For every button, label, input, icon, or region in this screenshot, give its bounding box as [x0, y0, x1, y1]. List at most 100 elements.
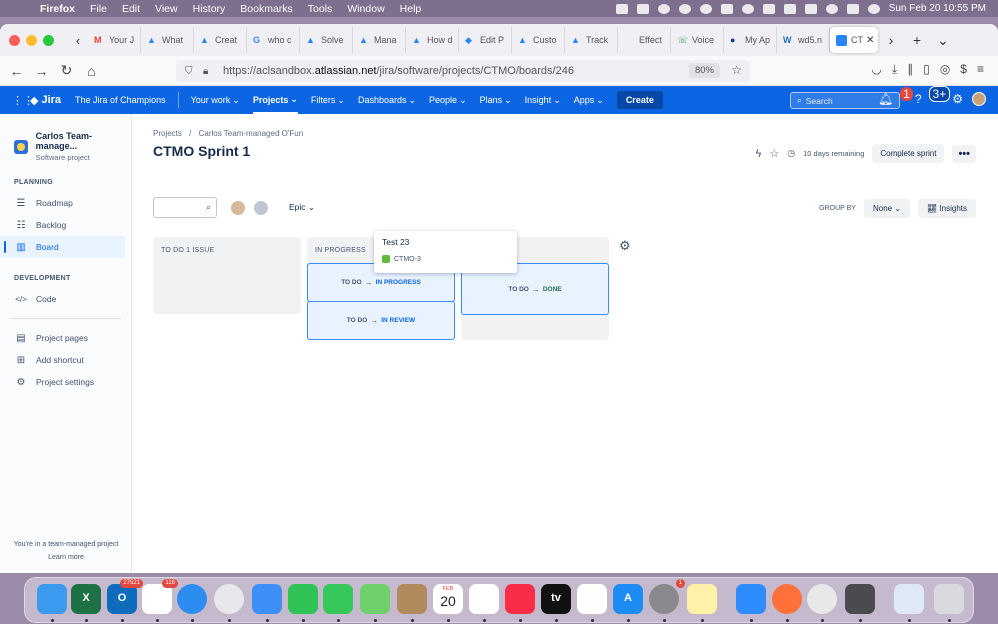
dock-reminders-icon[interactable]: [469, 584, 499, 614]
forward-icon[interactable]: →: [29, 63, 54, 79]
close-window-button[interactable]: [9, 34, 20, 46]
nav-filters[interactable]: Filters ⌄: [311, 95, 345, 106]
dock-outlook-icon[interactable]: O 27521: [107, 579, 143, 614]
breadcrumb-projects[interactable]: Projects: [153, 129, 182, 138]
dock-music-icon[interactable]: [505, 584, 535, 614]
dock-mail-icon[interactable]: [252, 584, 282, 614]
dock-trash-icon[interactable]: [934, 584, 964, 614]
pocket-icon[interactable]: ◡: [871, 62, 881, 77]
sidebar-item-board[interactable]: ▥ Board: [0, 236, 125, 258]
menu-window[interactable]: Window: [347, 3, 384, 15]
transition-dropzone[interactable]: TO DO → IN REVIEW: [307, 301, 455, 340]
menu-help[interactable]: Help: [400, 3, 422, 15]
nav-dashboards[interactable]: Dashboards ⌄: [358, 95, 416, 106]
menu-bookmarks[interactable]: Bookmarks: [240, 3, 293, 15]
browser-tab[interactable]: ▲ How d: [406, 27, 459, 53]
url-bar[interactable]: ⛉ 🔒︎ https://aclsandbox.atlassian.net/ji…: [176, 60, 750, 82]
spotlight-icon[interactable]: [825, 3, 838, 14]
status-app-icon[interactable]: [699, 3, 712, 14]
dock-app-store-icon[interactable]: A: [613, 584, 643, 614]
browser-tab[interactable]: ▲ What: [141, 27, 194, 53]
notifications-icon[interactable]: 🔔︎ 1: [878, 87, 913, 106]
browser-tab[interactable]: ▲ Custo: [512, 27, 565, 53]
menu-tools[interactable]: Tools: [308, 3, 333, 15]
profile-avatar[interactable]: [972, 92, 986, 106]
browser-tab[interactable]: ● My Ap: [724, 27, 777, 53]
library-icon[interactable]: ∥: [907, 62, 913, 77]
dock-zoom-icon[interactable]: [736, 584, 766, 614]
app-switcher-icon[interactable]: ⋮⋮: [12, 94, 34, 107]
dock-wifi-utility-icon[interactable]: [214, 584, 244, 614]
status-app-icon[interactable]: [657, 3, 670, 14]
browser-tab[interactable]: ☏ Voice: [671, 27, 724, 53]
bluetooth-icon[interactable]: [762, 3, 775, 14]
dock-finder-icon[interactable]: [37, 584, 67, 614]
bookmark-star-icon[interactable]: ☆: [731, 63, 742, 77]
wifi-icon[interactable]: [804, 3, 817, 14]
siri-icon[interactable]: [867, 3, 880, 14]
nav-projects[interactable]: Projects ⌄: [252, 86, 298, 114]
epic-filter-dropdown[interactable]: Epic ⌄: [289, 202, 315, 213]
status-app-icon[interactable]: [636, 3, 649, 14]
dock-printer-icon[interactable]: [845, 584, 875, 614]
sidebar-icon[interactable]: ▯: [923, 62, 930, 77]
zoom-window-button[interactable]: [43, 34, 54, 46]
more-actions-button[interactable]: •••: [952, 144, 976, 163]
sidebar-item-roadmap[interactable]: ☰ Roadmap: [0, 192, 131, 214]
extension-s-icon[interactable]: $: [960, 62, 967, 77]
assignee-avatar[interactable]: [230, 199, 246, 216]
issue-key[interactable]: CTMO-3: [394, 256, 421, 263]
list-tabs-icon[interactable]: ⌄: [930, 32, 956, 49]
unassigned-avatar[interactable]: [253, 199, 269, 216]
tab-active[interactable]: CT ✕: [830, 27, 878, 53]
status-app-icon[interactable]: [678, 3, 691, 14]
dock-facetime-icon[interactable]: [288, 584, 318, 614]
sidebar-item-add-shortcut[interactable]: ⊞ Add shortcut: [0, 349, 131, 371]
downloads-icon[interactable]: ⤓: [892, 62, 897, 77]
star-icon[interactable]: ☆: [769, 147, 779, 160]
tracking-shield-icon[interactable]: ⛉: [185, 66, 197, 77]
dragged-issue-card[interactable]: Test 23 CTMO-3: [374, 231, 517, 273]
minimize-window-button[interactable]: [26, 34, 37, 46]
sidebar-item-project-settings[interactable]: ⚙ Project settings: [0, 371, 131, 393]
new-tab-icon[interactable]: +: [904, 32, 930, 48]
dock-safari-icon[interactable]: [177, 584, 207, 614]
status-app-icon[interactable]: [615, 3, 628, 14]
browser-tab[interactable]: ▲ Track: [565, 27, 618, 53]
dock-system-preferences-icon[interactable]: 1: [649, 579, 685, 614]
site-name[interactable]: The Jira of Champions: [75, 95, 166, 105]
dock-firefox-icon[interactable]: [772, 584, 802, 614]
jira-logo[interactable]: ◆ Jira: [30, 94, 61, 107]
dock-notes-icon[interactable]: [687, 584, 717, 614]
board-settings-icon[interactable]: ⚙: [619, 238, 631, 254]
lock-icon[interactable]: 🔒︎: [203, 66, 215, 77]
nav-insight[interactable]: Insight ⌄: [525, 95, 561, 106]
zoom-level[interactable]: 80%: [688, 63, 720, 78]
browser-tab[interactable]: ◆ Edit P: [459, 27, 512, 53]
sidebar-item-project-pages[interactable]: ▤ Project pages: [0, 327, 131, 349]
url-text[interactable]: https://aclsandbox.atlassian.net/jira/so…: [223, 65, 574, 77]
nav-plans[interactable]: Plans ⌄: [480, 95, 512, 106]
browser-tab[interactable]: Effect: [618, 27, 671, 53]
tabs-scroll-left-icon[interactable]: ‹: [68, 33, 88, 48]
project-header[interactable]: Carlos Team-manage... Software project: [14, 131, 131, 162]
dock-maps-icon[interactable]: [360, 584, 390, 614]
column-todo[interactable]: TO DO 1 ISSUE: [153, 237, 301, 314]
app-menu-icon[interactable]: ≡: [977, 62, 984, 77]
group-by-dropdown[interactable]: None ⌄: [863, 199, 911, 218]
browser-tab[interactable]: Gwho c: [247, 27, 300, 53]
breadcrumb-project[interactable]: Carlos Team-managed O'Fun: [199, 129, 304, 138]
nav-your-work[interactable]: Your work ⌄: [191, 95, 240, 106]
browser-tab[interactable]: ▲ Mana: [353, 27, 406, 53]
key-icon[interactable]: [720, 3, 733, 14]
insights-button[interactable]: 📈︎ Insights: [918, 199, 976, 218]
complete-sprint-button[interactable]: Complete sprint: [872, 144, 945, 163]
sidebar-item-backlog[interactable]: ☷ Backlog: [0, 214, 131, 236]
dock-preview-window-icon[interactable]: [894, 584, 924, 614]
browser-tab[interactable]: ▲ Solve: [300, 27, 353, 53]
menu-edit[interactable]: Edit: [122, 3, 140, 15]
reload-icon[interactable]: ↻: [54, 62, 79, 79]
dock-slack-icon[interactable]: 116: [142, 579, 178, 614]
battery-icon[interactable]: [783, 3, 796, 14]
dock-calendar-icon[interactable]: FEB 20: [433, 584, 463, 614]
